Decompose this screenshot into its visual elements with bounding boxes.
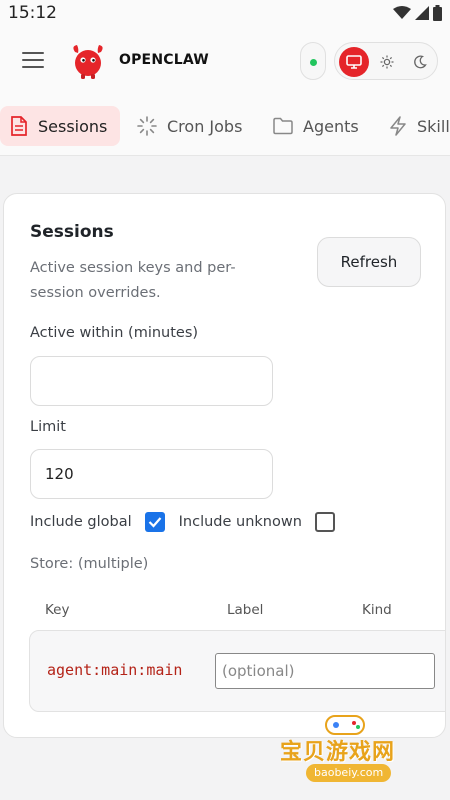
tab-agents[interactable]: Agents (273, 106, 359, 146)
store-text: Store: (multiple) (30, 556, 149, 572)
gamepad-icon (325, 715, 365, 735)
limit-input[interactable] (30, 449, 273, 499)
include-unknown-checkbox[interactable] (314, 512, 335, 532)
session-key-link[interactable]: agent:main:main (47, 661, 182, 679)
status-dot-icon (310, 59, 317, 66)
active-within-input[interactable] (30, 356, 273, 406)
status-icons (393, 5, 442, 21)
theme-dark-button[interactable] (405, 47, 435, 77)
session-label-input[interactable] (215, 653, 435, 689)
include-global-label: Include global (30, 514, 132, 530)
watermark-text: 宝贝游戏网 (280, 740, 396, 765)
card-title: Sessions (30, 222, 114, 242)
moon-icon (414, 55, 427, 69)
loader-icon (137, 116, 157, 136)
theme-system-button[interactable] (339, 47, 369, 77)
document-icon (11, 116, 27, 136)
theme-light-button[interactable] (372, 47, 402, 77)
watermark-logo: 宝贝游戏网 baobeiy.com (268, 712, 428, 787)
include-global-checkbox[interactable] (144, 512, 165, 532)
openclaw-logo-icon (73, 45, 103, 79)
status-bar: 15:12 (0, 0, 450, 26)
brand-name: OPENCLAW (119, 52, 209, 68)
battery-icon (433, 5, 442, 21)
include-options: Include global Include unknown (30, 512, 335, 532)
connection-status (300, 42, 326, 80)
active-within-label: Active within (minutes) (30, 325, 199, 341)
column-header-kind: Kind (362, 602, 392, 618)
app-header: OPENCLAW (0, 26, 450, 98)
card-subtitle: Active session keys and per-session over… (30, 260, 236, 301)
include-unknown-label: Include unknown (178, 514, 302, 530)
tab-label: Cron Jobs (167, 116, 243, 136)
nav-tabs: Sessions Cron Jobs Agents Skill (0, 98, 450, 156)
limit-label: Limit (30, 419, 66, 435)
tab-label: Sessions (38, 116, 108, 136)
watermark-url: baobeiy.com (306, 764, 392, 782)
folder-icon (273, 117, 293, 135)
sun-icon (380, 55, 394, 69)
tab-sessions[interactable]: Sessions (0, 106, 120, 146)
column-header-label: Label (227, 602, 264, 618)
table-row: agent:main:main (29, 630, 445, 712)
monitor-icon (346, 55, 362, 69)
tab-label: Agents (303, 116, 359, 136)
lightning-icon (390, 116, 406, 136)
column-header-key: Key (45, 602, 70, 618)
status-time: 15:12 (8, 3, 57, 23)
theme-toggle (334, 42, 438, 80)
tab-cron-jobs[interactable]: Cron Jobs (137, 106, 242, 146)
checkmark-icon (148, 517, 161, 528)
sessions-card: Sessions Active session keys and per-ses… (3, 193, 446, 738)
refresh-button[interactable]: Refresh (317, 237, 421, 287)
tab-label: Skill (417, 116, 450, 136)
signal-icon (415, 6, 429, 20)
wifi-icon (393, 6, 411, 19)
tab-skills[interactable]: Skill (389, 106, 450, 146)
hamburger-icon[interactable] (22, 52, 44, 70)
